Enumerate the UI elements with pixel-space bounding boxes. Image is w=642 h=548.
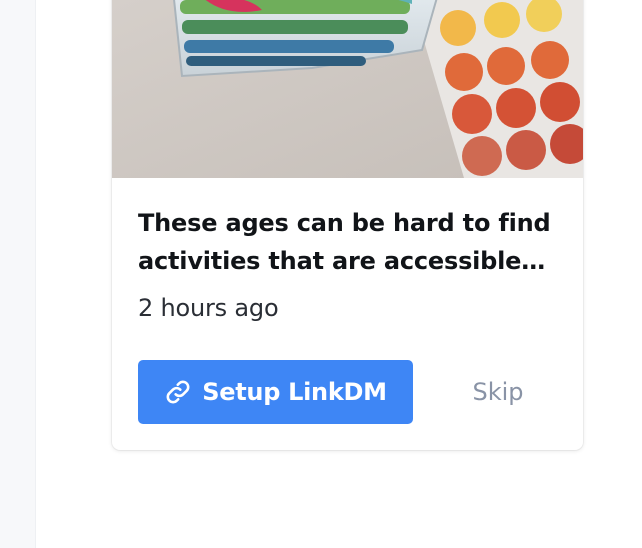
post-image-drawing <box>112 0 583 178</box>
post-timestamp: 2 hours ago <box>138 294 279 322</box>
setup-linkdm-button[interactable]: Setup LinkDM <box>138 360 413 424</box>
left-sidebar-gutter <box>0 0 36 548</box>
skip-label: Skip <box>472 378 524 406</box>
post-card: These ages can be hard to find activitie… <box>112 0 583 450</box>
post-image <box>112 0 583 178</box>
setup-linkdm-label: Setup LinkDM <box>202 378 387 406</box>
skip-button[interactable]: Skip <box>458 360 538 424</box>
post-caption: These ages can be hard to find activitie… <box>138 209 551 275</box>
link-icon <box>164 378 192 406</box>
